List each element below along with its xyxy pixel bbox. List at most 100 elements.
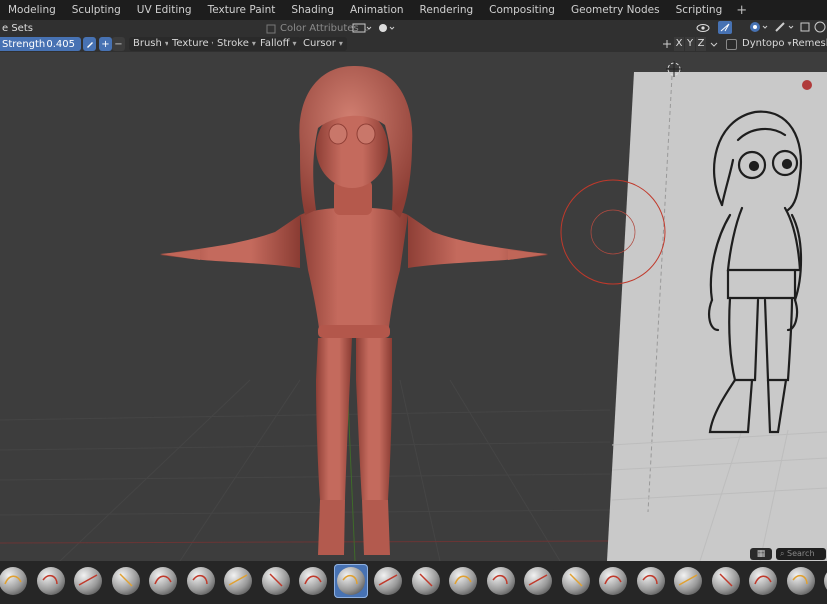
mirror-x-toggle[interactable]: X xyxy=(674,37,684,51)
symmetry-options-icon[interactable] xyxy=(708,38,720,50)
visibility-icon[interactable] xyxy=(696,22,714,34)
tab-rendering[interactable]: Rendering xyxy=(412,0,482,20)
brush-stroke-mark xyxy=(304,575,322,585)
shading-sphere-icon[interactable] xyxy=(377,22,397,34)
gizmo-toggle-button[interactable] xyxy=(718,21,732,34)
tab-scripting[interactable]: Scripting xyxy=(668,0,731,20)
brush-pose-icon[interactable] xyxy=(709,564,743,598)
brush-smooth-icon[interactable] xyxy=(333,564,368,598)
brush-draw-sharp-icon[interactable] xyxy=(34,564,68,598)
tab-modeling[interactable]: Modeling xyxy=(0,0,64,20)
tool-header-row-1: e Sets Color Attributes ⌄ xyxy=(0,20,827,36)
cursor-menu[interactable]: Cursor ▾ xyxy=(299,37,347,51)
brush-clay-thumb-icon[interactable] xyxy=(146,564,180,598)
stroke-menu-label: Stroke xyxy=(217,38,249,49)
overlays-icon[interactable] xyxy=(748,21,770,34)
texture-menu-label: Texture xyxy=(172,38,209,49)
brush-pinch-icon[interactable] xyxy=(521,564,555,598)
brush-rotate-icon[interactable] xyxy=(784,564,818,598)
tab-uv-editing[interactable]: UV Editing xyxy=(129,0,200,20)
brush-inflate-icon[interactable] xyxy=(221,564,255,598)
direction-add-button[interactable]: + xyxy=(99,37,112,51)
brush-elastic-deform-icon[interactable] xyxy=(596,564,630,598)
brush-stroke-mark xyxy=(41,574,58,585)
workspace-tab-bar: Modeling Sculpting UV Editing Texture Pa… xyxy=(0,0,827,20)
brush-layer-icon[interactable] xyxy=(184,564,218,598)
add-workspace-button[interactable]: + xyxy=(730,3,753,18)
strength-slider[interactable]: Strength 0.405 xyxy=(0,37,81,51)
brush-grab-icon[interactable] xyxy=(559,564,593,598)
solid-shading-icon[interactable] xyxy=(813,21,827,34)
brush-flatten-icon[interactable] xyxy=(371,564,405,598)
measure-icon[interactable] xyxy=(352,22,372,34)
brush-menu[interactable]: Brush ▾ xyxy=(129,37,173,51)
strength-label: Strength xyxy=(2,38,46,50)
dyntopo-checkbox[interactable] xyxy=(726,39,737,50)
brush-asset-shelf xyxy=(0,561,827,604)
brush-stroke-mark xyxy=(228,574,248,586)
brush-crease-icon[interactable] xyxy=(296,564,330,598)
brush-slide-relax-icon[interactable] xyxy=(821,564,827,598)
stroke-menu[interactable]: Stroke ▾ xyxy=(213,37,260,51)
search-icon: ⌕ xyxy=(780,549,785,558)
pen-pressure-icon xyxy=(86,42,93,48)
face-sets-menu[interactable]: e Sets xyxy=(0,23,33,34)
tab-animation[interactable]: Animation xyxy=(342,0,412,20)
tab-sculpting[interactable]: Sculpting xyxy=(64,0,129,20)
brush-stroke-mark xyxy=(528,574,548,586)
strength-value: 0.405 xyxy=(46,38,75,50)
brush-clay-strips-icon[interactable] xyxy=(109,564,143,598)
brush-stroke-mark xyxy=(491,574,508,585)
brush-stroke-mark xyxy=(568,573,583,587)
search-placeholder: Search xyxy=(787,549,815,558)
record-dot-icon xyxy=(802,80,812,90)
brush-stroke-mark xyxy=(78,574,98,586)
wireframe-shading-icon[interactable] xyxy=(800,21,810,34)
viewport-scene xyxy=(0,52,827,561)
color-attributes-icon xyxy=(266,24,276,33)
brush-stroke-mark xyxy=(454,575,472,585)
chevron-down-icon: ▾ xyxy=(338,39,343,48)
tab-geometry-nodes[interactable]: Geometry Nodes xyxy=(563,0,668,20)
remesh-label: Remesh xyxy=(792,38,827,49)
texture-menu[interactable]: Texture▾ xyxy=(168,37,220,51)
xray-icon[interactable] xyxy=(774,21,796,34)
remesh-menu[interactable]: Remesh xyxy=(788,37,827,51)
brush-stroke-mark xyxy=(268,573,283,587)
brush-stroke-mark xyxy=(678,574,698,586)
brush-stroke-mark xyxy=(4,575,22,585)
brush-fill-icon[interactable] xyxy=(409,564,443,598)
dyntopo-menu[interactable]: Dyntopo ▾ xyxy=(738,37,795,51)
tab-shading[interactable]: Shading xyxy=(283,0,342,20)
brush-blob-icon[interactable] xyxy=(259,564,293,598)
brush-snake-hook-icon[interactable] xyxy=(634,564,668,598)
mirror-z-toggle[interactable]: Z xyxy=(696,37,706,51)
brush-stroke-mark xyxy=(718,573,733,587)
tool-header-row-2: Strength 0.405 + − Brush▾ Texture▾ Strok… xyxy=(0,36,827,52)
direction-subtract-button[interactable]: − xyxy=(112,37,125,51)
asset-filter-button[interactable]: ▦ xyxy=(750,548,772,560)
pressure-strength-button[interactable] xyxy=(83,37,96,51)
brush-draw-icon[interactable] xyxy=(0,564,30,598)
tab-compositing[interactable]: Compositing xyxy=(481,0,563,20)
brush-stroke-mark xyxy=(191,574,208,585)
3d-viewport[interactable] xyxy=(0,52,827,561)
color-attributes-label: Color Attributes xyxy=(280,23,359,34)
falloff-menu[interactable]: Falloff ▾ xyxy=(256,37,301,51)
asset-search-input[interactable]: ⌕ Search xyxy=(776,548,826,560)
mirror-y-toggle[interactable]: Y xyxy=(685,37,695,51)
brush-clay-icon[interactable] xyxy=(71,564,105,598)
brush-stroke-mark xyxy=(118,573,133,587)
brush-scrape-icon[interactable] xyxy=(446,564,480,598)
brush-stroke-mark xyxy=(604,575,622,585)
grid-icon: ▦ xyxy=(756,549,766,559)
brush-thumb-icon[interactable] xyxy=(671,564,705,598)
dyntopo-label: Dyntopo xyxy=(742,38,785,49)
brush-multiplane-scrape-icon[interactable] xyxy=(484,564,518,598)
brush-stroke-mark xyxy=(641,574,658,585)
tab-texture-paint[interactable]: Texture Paint xyxy=(200,0,284,20)
brush-stroke-mark xyxy=(418,573,433,587)
chevron-down-icon: ▾ xyxy=(292,39,297,48)
brush-nudge-icon[interactable] xyxy=(746,564,780,598)
symmetry-icon xyxy=(663,40,671,48)
